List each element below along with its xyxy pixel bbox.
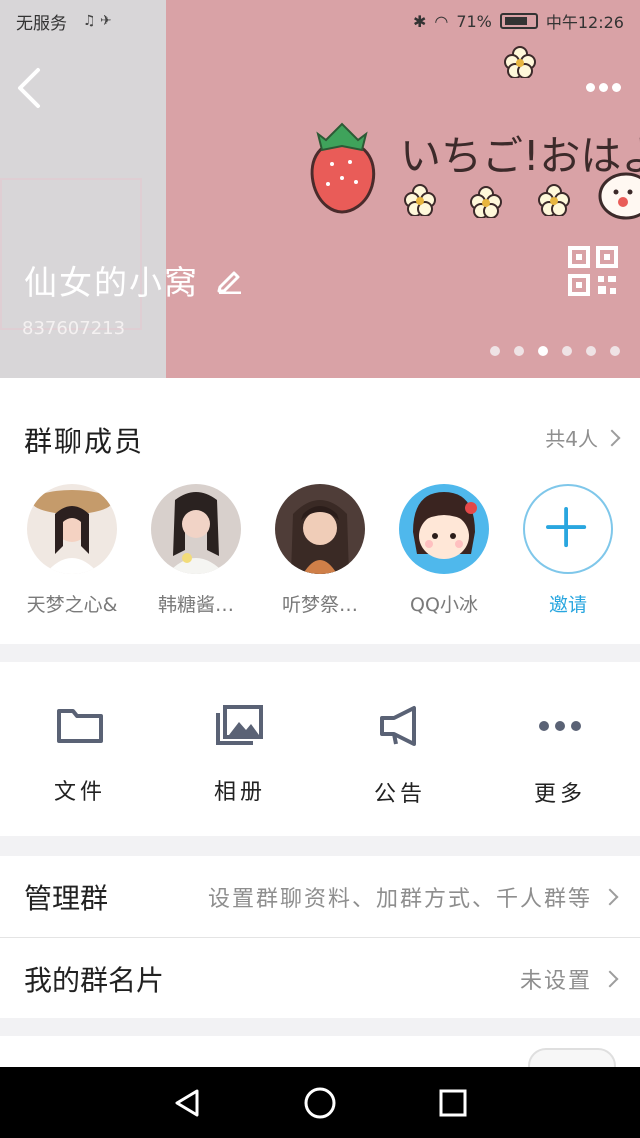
megaphone-icon: [380, 706, 416, 746]
avatar-image-icon: [167, 492, 225, 574]
member-name: QQ小冰: [410, 594, 478, 616]
album-label: 相册: [213, 780, 266, 805]
member-name: 听梦祭…: [281, 594, 358, 616]
avatar-image-icon: [32, 490, 112, 574]
page-dot[interactable]: [490, 346, 500, 356]
album-action[interactable]: 相册: [190, 704, 290, 806]
flower-icon: [504, 46, 536, 78]
manage-group-value-wrap: 设置群聊资料、加群方式、千人群等: [207, 881, 619, 913]
app-icons: ♫ ✈: [83, 13, 112, 29]
avatar-image-icon: [413, 492, 477, 559]
back-button[interactable]: [12, 66, 46, 110]
flower-icon: [470, 186, 502, 218]
group-name: 仙女的小窝: [24, 263, 199, 302]
members-title: 群聊成员: [24, 425, 145, 458]
page-dot[interactable]: [562, 346, 572, 356]
pencil-icon[interactable]: [215, 266, 243, 294]
avatar[interactable]: [275, 484, 365, 574]
qr-code-icon[interactable]: [568, 246, 618, 296]
member-avatars: 天梦之心& 韩糖酱… 听梦祭… QQ小冰 邀请: [0, 484, 640, 616]
avatar[interactable]: [399, 484, 489, 574]
carrier-label: 无服务: [16, 13, 67, 34]
manage-group-label: 管理群: [24, 882, 109, 915]
ellipsis-icon: [539, 721, 581, 731]
group-id: 837607213: [22, 318, 126, 339]
members-section: 群聊成员 共4人 天梦之心& 韩糖酱… 听梦祭… QQ小冰 邀请: [0, 378, 640, 644]
qq-group-profile-screen: 无服务 ♫ ✈ ✱ ◠ 71% 中午12:26 いちご!おはよう: [0, 0, 640, 1138]
divider: [0, 937, 640, 938]
members-count-link[interactable]: 共4人: [545, 423, 621, 452]
manage-group-value: 设置群聊资料、加群方式、千人群等: [207, 887, 592, 912]
status-right: ✱ ◠ 71% 中午12:26: [413, 9, 624, 33]
toggle-row[interactable]: [0, 1036, 640, 1084]
notice-label: 公告: [373, 782, 426, 807]
members-count: 共4人: [545, 427, 598, 451]
bluetooth-icon: ✱: [412, 11, 427, 31]
status-bar: 无服务 ♫ ✈ ✱ ◠ 71% 中午12:26: [0, 0, 640, 42]
page-dot[interactable]: [586, 346, 596, 356]
page-dot[interactable]: [514, 346, 524, 356]
invite-item[interactable]: 邀请: [512, 484, 624, 617]
avatar[interactable]: [151, 484, 241, 574]
member-item[interactable]: 天梦之心&: [16, 484, 128, 617]
dot-icon: [585, 82, 595, 92]
member-item[interactable]: 听梦祭…: [264, 484, 376, 617]
dot-icon: [598, 82, 608, 92]
battery-label: 71%: [456, 11, 492, 31]
chevron-right-icon: [601, 888, 619, 906]
quick-actions: 文件 相册 公告 更多: [0, 662, 640, 836]
square-recents-icon: [439, 1089, 467, 1116]
avatar-image-icon: [291, 500, 349, 574]
more-button[interactable]: [582, 78, 624, 96]
more-action[interactable]: 更多: [510, 704, 610, 808]
nav-back-button[interactable]: [170, 1086, 204, 1120]
member-item[interactable]: 韩糖酱…: [140, 484, 252, 617]
flower-icon: [404, 184, 436, 216]
group-card-value: 未设置: [519, 969, 592, 994]
chevron-left-icon: [18, 68, 40, 108]
nav-recents-button[interactable]: [436, 1086, 470, 1120]
dot-icon: [611, 82, 621, 92]
invite-label: 邀请: [548, 594, 587, 616]
page-dot-active[interactable]: [538, 346, 548, 356]
more-label: 更多: [533, 782, 586, 807]
group-card-value-wrap: 未设置: [519, 963, 619, 995]
chevron-right-icon: [601, 970, 619, 988]
avatar[interactable]: [27, 484, 117, 574]
system-nav-bar: [0, 1067, 640, 1138]
strawberry-icon: [310, 122, 376, 214]
flower-icon: [538, 184, 570, 216]
clock-label: 中午12:26: [545, 13, 624, 32]
manage-group-row[interactable]: 管理群 设置群聊资料、加群方式、千人群等: [0, 856, 640, 938]
banner-pagination[interactable]: [490, 346, 620, 356]
banner-sketch: [0, 178, 142, 330]
folder-icon: [57, 709, 103, 743]
plus-icon: [546, 507, 587, 548]
files-action[interactable]: 文件: [30, 704, 130, 806]
chevron-right-icon: [603, 429, 621, 446]
notice-action[interactable]: 公告: [350, 704, 450, 808]
settings-section: 管理群 设置群聊资料、加群方式、千人群等 我的群名片 未设置: [0, 856, 640, 1018]
files-label: 文件: [53, 780, 106, 805]
mochi-icon: [598, 172, 640, 220]
nav-home-button[interactable]: [303, 1086, 337, 1120]
battery-icon: [499, 13, 538, 29]
group-card-row[interactable]: 我的群名片 未设置: [0, 938, 640, 1020]
member-name: 韩糖酱…: [157, 594, 234, 616]
member-item[interactable]: QQ小冰: [388, 484, 500, 617]
page-dot[interactable]: [610, 346, 620, 356]
member-name: 天梦之心&: [26, 594, 118, 616]
group-title-row[interactable]: 仙女的小窝: [24, 256, 243, 304]
triangle-back-icon: [175, 1089, 199, 1116]
circle-home-icon: [304, 1087, 336, 1118]
group-card-label: 我的群名片: [24, 964, 165, 997]
image-gallery-icon: [216, 705, 263, 745]
group-banner[interactable]: 无服务 ♫ ✈ ✱ ◠ 71% 中午12:26 いちご!おはよう: [0, 0, 640, 378]
invite-button[interactable]: [523, 484, 613, 574]
wifi-icon: ◠: [434, 11, 449, 31]
